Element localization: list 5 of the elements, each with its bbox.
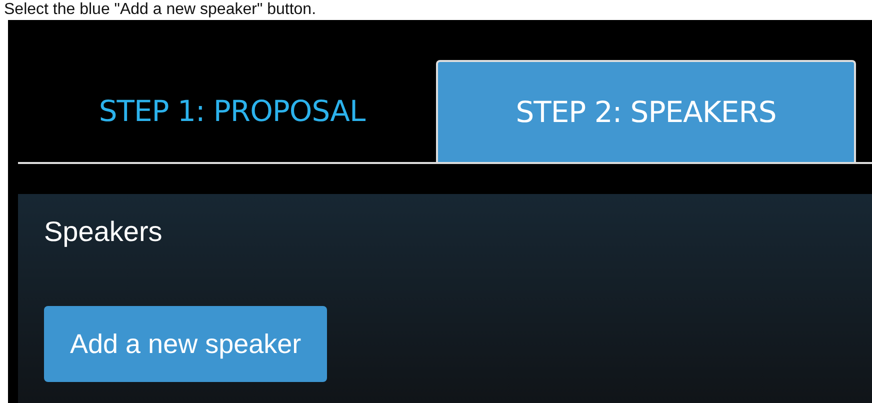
instruction-text: Select the blue "Add a new speaker" button. xyxy=(4,1,316,19)
panel-title: Speakers xyxy=(44,215,164,249)
add-speaker-button[interactable]: Add a new speaker xyxy=(44,306,328,382)
step-tab[interactable]: STEP 1: PROPOSAL xyxy=(28,60,436,162)
step-tab[interactable]: STEP 2: SPEAKERS xyxy=(436,60,856,162)
